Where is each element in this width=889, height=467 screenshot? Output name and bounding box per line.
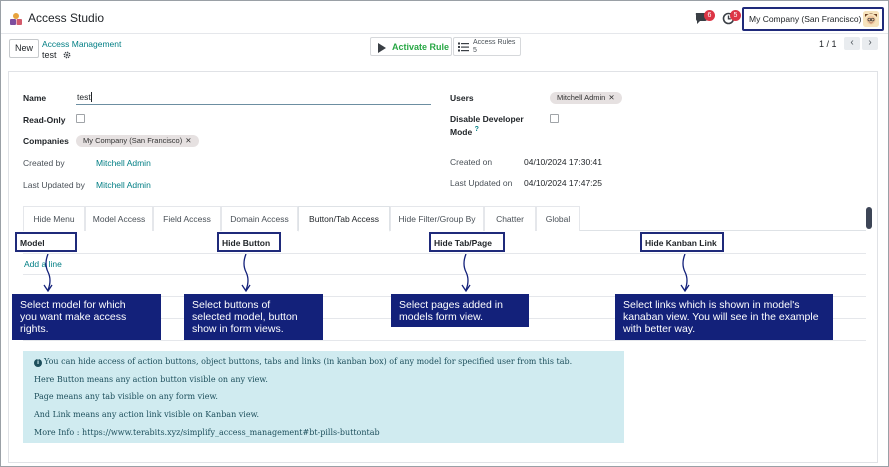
tab-hide-filter-group-by[interactable]: Hide Filter/Group By	[390, 206, 484, 231]
callout-line: models form view.	[399, 311, 484, 323]
name-field-value: test	[77, 92, 91, 102]
user-tag-label: Mitchell Admin	[557, 93, 606, 102]
access-rules-smart-button[interactable]: Access Rules 5	[453, 37, 521, 56]
column-header-hide-kanban-link[interactable]: Hide Kanban Link	[640, 232, 724, 252]
access-rules-text: Access Rules	[473, 39, 516, 46]
breadcrumb-parent-link[interactable]: Access Management	[42, 39, 121, 49]
callout-hide-button: Select buttons of selected model, button…	[184, 294, 323, 340]
info-line-2: Here Button means any action button visi…	[34, 375, 268, 384]
tab-hide-menu[interactable]: Hide Menu	[23, 206, 85, 231]
name-label: Name	[23, 93, 47, 103]
disable-dev-mode-label-2: Mode ?	[450, 126, 479, 137]
play-icon	[378, 43, 386, 53]
arrow-down-icon	[680, 254, 690, 292]
form-sheet: Name test Read-Only Companies My Company…	[8, 71, 878, 463]
callout-hide-kanban-link: Select links which is shown in model's k…	[615, 294, 833, 340]
scrollbar-thumb[interactable]	[866, 207, 872, 229]
table-divider	[23, 340, 866, 341]
pager-value[interactable]: 1 / 1	[819, 39, 837, 49]
last-updated-by-label: Last Updated by	[23, 180, 85, 190]
list-icon	[458, 42, 469, 52]
created-on-value: 04/10/2024 17:30:41	[524, 157, 602, 167]
info-line-4: And Link means any action link visible o…	[34, 410, 260, 419]
breadcrumb-current: test	[42, 50, 57, 60]
callout-line: you want make access	[20, 311, 127, 323]
info-line-1: i You can hide access of action buttons, …	[34, 357, 572, 367]
app-title[interactable]: Access Studio	[28, 11, 104, 25]
callout-line: rights.	[20, 323, 49, 335]
users-label: Users	[450, 93, 474, 103]
access-rules-count: 5	[473, 47, 477, 54]
read-only-checkbox[interactable]	[76, 114, 85, 123]
arrow-down-icon	[43, 254, 53, 292]
tab-domain-access[interactable]: Domain Access	[221, 206, 298, 231]
activity-count-badge: 5	[730, 10, 741, 21]
column-header-hide-tab-page[interactable]: Hide Tab/Page	[429, 232, 505, 252]
chat-count-badge: 6	[704, 10, 715, 21]
callout-line: Select links which is shown in model's	[623, 299, 800, 311]
company-tag[interactable]: My Company (San Francisco) ✕	[76, 135, 199, 147]
callout-line: with better way.	[623, 323, 696, 335]
user-avatar[interactable]	[863, 11, 879, 27]
arrow-down-icon	[241, 254, 251, 292]
table-divider	[23, 253, 866, 254]
column-header-model[interactable]: Model	[15, 232, 77, 252]
table-divider	[23, 274, 866, 275]
gear-icon[interactable]	[63, 51, 71, 59]
company-tag-label: My Company (San Francisco)	[83, 136, 183, 145]
company-switcher[interactable]: My Company (San Francisco)	[742, 7, 884, 31]
activate-rule-button[interactable]: Activate Rule	[370, 37, 452, 56]
last-updated-on-value: 04/10/2024 17:47:25	[524, 178, 602, 188]
created-on-label: Created on	[450, 157, 493, 167]
info-text-1: You can hide access of action buttons, o…	[44, 357, 573, 366]
tab-global[interactable]: Global	[536, 206, 580, 231]
name-field[interactable]: test	[76, 92, 431, 105]
read-only-label: Read-Only	[23, 115, 66, 125]
tag-remove-icon[interactable]: ✕	[185, 136, 191, 145]
callout-line: kanaban view. You will see in the exampl…	[623, 311, 819, 323]
avatar-face-icon	[863, 11, 879, 27]
callout-line: Select pages added in	[399, 299, 503, 311]
last-updated-on-label: Last Updated on	[450, 178, 513, 188]
callout-model: Select model for which you want make acc…	[12, 294, 161, 340]
app-logo-icon[interactable]	[9, 12, 23, 26]
info-line-3: Page means any tab visible on any form v…	[34, 392, 218, 401]
column-header-hide-button[interactable]: Hide Button	[217, 232, 281, 252]
tab-chatter[interactable]: Chatter	[484, 206, 536, 231]
pager-next-icon[interactable]: ›	[862, 37, 878, 50]
user-tag[interactable]: Mitchell Admin ✕	[550, 92, 622, 104]
callout-line: Select model for which	[20, 299, 126, 311]
last-updated-by-link[interactable]: Mitchell Admin	[96, 180, 151, 190]
callout-hide-tab-page: Select pages added in models form view.	[391, 294, 529, 327]
top-navbar: Access Studio 6 5 My Company (San Franci…	[1, 1, 888, 34]
notebook-tabs: Hide Menu Model Access Field Access Doma…	[23, 206, 866, 232]
created-by-link[interactable]: Mitchell Admin	[96, 158, 151, 168]
disable-dev-mode-label: Disable Developer	[450, 114, 524, 124]
info-icon: i	[34, 359, 42, 367]
disable-dev-mode-checkbox[interactable]	[550, 114, 559, 123]
pager-previous-icon[interactable]: ‹	[844, 37, 860, 50]
callout-line: show in form views.	[192, 323, 284, 335]
activate-rule-label: Activate Rule	[392, 42, 450, 52]
arrow-down-icon	[461, 254, 471, 292]
control-panel: New Access Management test Activate Rule…	[1, 34, 888, 64]
callout-line: Select buttons of	[192, 299, 271, 311]
new-button[interactable]: New	[9, 39, 39, 58]
dev-mode-text: Mode	[450, 126, 473, 137]
companies-label: Companies	[23, 136, 69, 146]
tag-remove-icon[interactable]: ✕	[608, 93, 614, 102]
info-more-link[interactable]: More Info : https://www.terabits.xyz/sim…	[34, 428, 380, 437]
created-by-label: Created by	[23, 158, 65, 168]
callout-line: selected model, button	[192, 311, 298, 323]
access-rules-label: Access Rules 5	[473, 39, 515, 55]
info-alert: i You can hide access of action buttons, …	[23, 351, 624, 443]
tab-field-access[interactable]: Field Access	[153, 206, 221, 231]
help-tooltip-icon[interactable]: ?	[475, 126, 479, 133]
tab-model-access[interactable]: Model Access	[85, 206, 153, 231]
company-name: My Company (San Francisco)	[749, 14, 862, 24]
tab-button-tab-access[interactable]: Button/Tab Access	[298, 206, 390, 232]
